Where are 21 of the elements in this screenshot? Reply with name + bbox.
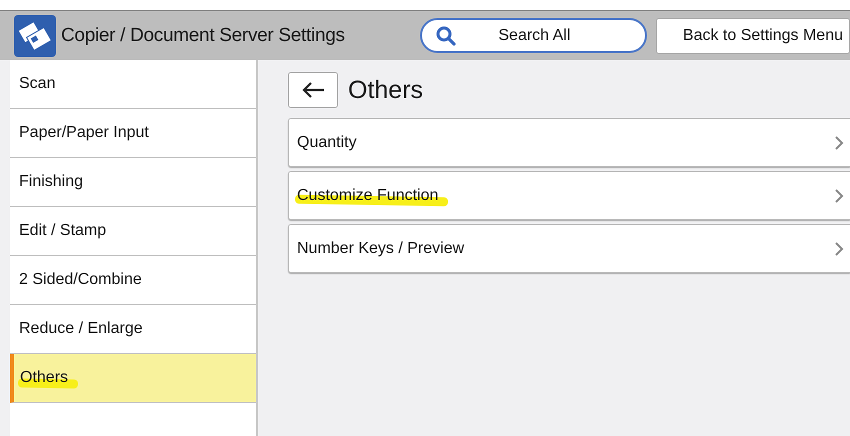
item-label: Quantity bbox=[297, 134, 357, 150]
item-label: Scan bbox=[19, 75, 56, 92]
item-label: Paper/Paper Input bbox=[19, 124, 149, 141]
back-to-settings-button[interactable]: Back to Settings Menu bbox=[656, 18, 850, 54]
back-button[interactable] bbox=[288, 72, 338, 108]
chevron-right-icon bbox=[834, 240, 844, 256]
menu-item[interactable]: Quantity bbox=[288, 118, 850, 167]
item-label: Reduce / Enlarge bbox=[19, 320, 143, 337]
item-label: Edit / Stamp bbox=[19, 222, 106, 239]
window-title: Copier / Document Server Settings bbox=[61, 24, 346, 46]
back-arrow-icon bbox=[301, 81, 325, 99]
page-title: Others bbox=[348, 76, 424, 104]
chevron-right-icon bbox=[834, 188, 844, 204]
documents-icon bbox=[14, 14, 56, 56]
item-label: 2 Sided/Combine bbox=[19, 271, 142, 288]
chevron-right-icon bbox=[834, 134, 844, 150]
item-label: Number Keys / Preview bbox=[297, 240, 464, 256]
menu-item[interactable]: Number Keys / Preview bbox=[288, 224, 850, 273]
search-icon bbox=[436, 26, 456, 46]
item-label: Finishing bbox=[19, 173, 84, 190]
search-all-button[interactable]: Search All bbox=[420, 18, 647, 53]
